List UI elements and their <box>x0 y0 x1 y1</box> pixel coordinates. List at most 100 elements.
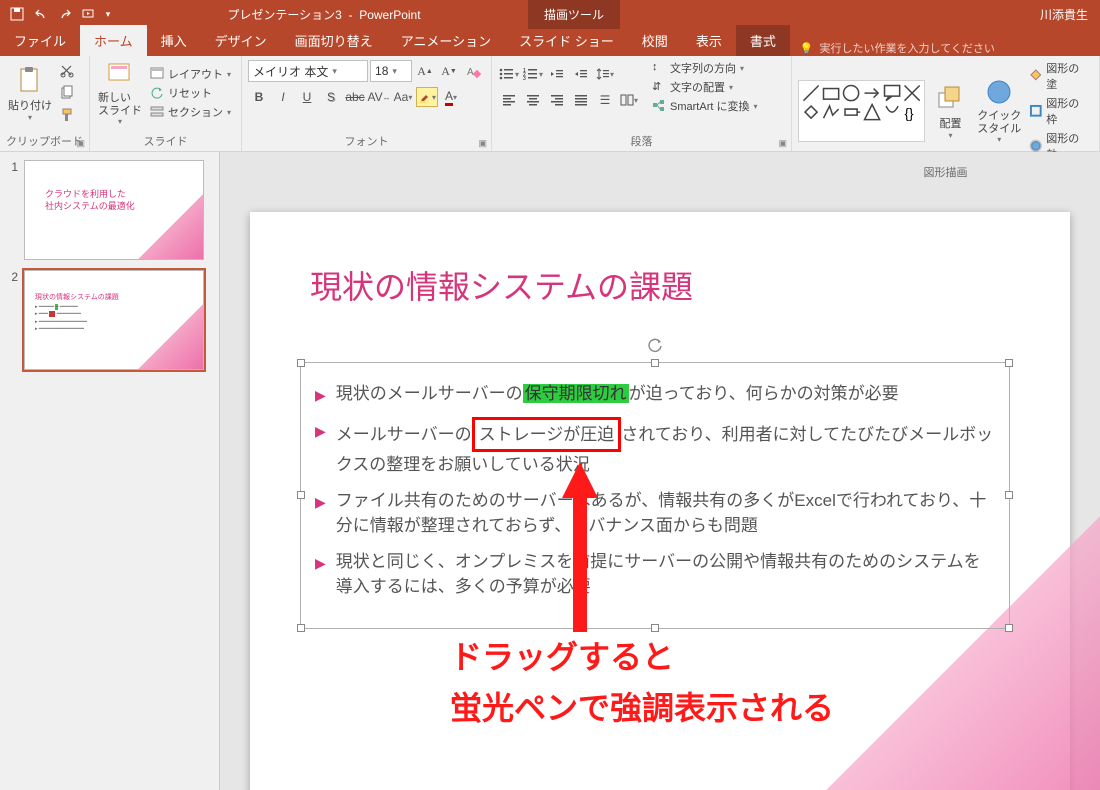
tab-home[interactable]: ホーム <box>80 25 147 56</box>
italic-icon[interactable]: I <box>272 87 294 107</box>
slide: 現状の情報システムの課題 ▶ 現状のメールサーバーの保守期限切れが迫っており、何… <box>250 212 1070 790</box>
bullet-marker-icon: ▶ <box>315 549 326 600</box>
justify-icon[interactable] <box>570 90 592 110</box>
change-case-icon[interactable]: Aa▾ <box>392 87 414 107</box>
bulb-icon: 💡 <box>800 42 814 55</box>
bullet-3[interactable]: ▶ ファイル共有のためのサーバーはあるが、情報共有の多くがExcelで行われてお… <box>315 488 995 539</box>
tab-slideshow[interactable]: スライド ショー <box>505 25 628 56</box>
increase-indent-icon[interactable] <box>570 64 592 84</box>
tell-me-box[interactable]: 💡 実行したい作業を入力してください <box>790 40 1005 56</box>
format-painter-icon[interactable] <box>56 105 78 125</box>
resize-handle[interactable] <box>297 491 305 499</box>
ribbon: 貼り付け ▾ クリップボード▣ 新しい スライド ▾ レイアウト▾ リセット セ… <box>0 56 1100 152</box>
bullet-1[interactable]: ▶ 現状のメールサーバーの保守期限切れが迫っており、何らかの対策が必要 <box>315 381 995 407</box>
bullet-4[interactable]: ▶ 現状と同じく、オンプレミスを前提にサーバーの公開や情報共有のためのシステムを… <box>315 549 995 600</box>
start-from-beginning-icon[interactable] <box>78 3 100 25</box>
annotation-arrow-icon <box>560 462 600 632</box>
reset-button[interactable]: リセット <box>146 85 235 101</box>
align-text-button[interactable]: ⇵文字の配置▾ <box>648 79 761 95</box>
group-label-slides: スライド <box>96 131 235 149</box>
dialog-launcher-icon[interactable]: ▣ <box>479 138 488 149</box>
line-spacing-icon[interactable]: ▾ <box>594 64 616 84</box>
highlight-icon[interactable]: ▾ <box>416 87 438 107</box>
decrease-font-icon[interactable]: A▼ <box>438 61 460 81</box>
paste-button[interactable]: 貼り付け ▾ <box>6 60 54 126</box>
tab-animations[interactable]: アニメーション <box>387 25 505 56</box>
group-label-drawing: 図形描画 <box>798 162 1093 180</box>
shape-fill-button[interactable]: 図形の塗 <box>1025 60 1093 92</box>
dialog-launcher-icon[interactable]: ▣ <box>779 138 788 149</box>
align-center-icon[interactable] <box>522 90 544 110</box>
clear-formatting-icon[interactable]: A <box>462 61 484 81</box>
group-clipboard: 貼り付け ▾ クリップボード▣ <box>0 56 90 151</box>
save-icon[interactable] <box>6 3 28 25</box>
svg-text:{}: {} <box>904 106 914 121</box>
resize-handle[interactable] <box>1005 491 1013 499</box>
new-slide-button[interactable]: 新しい スライド ▾ <box>96 60 144 126</box>
arrange-button[interactable]: 配置▾ <box>927 78 974 144</box>
resize-handle[interactable] <box>1005 359 1013 367</box>
group-font: メイリオ 本文▾ 18▾ A▲ A▼ A B I U S abc AV↔ Aa▾… <box>242 56 492 151</box>
rotate-handle-icon[interactable] <box>647 337 663 353</box>
document-name: プレゼンテーション3 <box>227 8 341 22</box>
font-color-icon[interactable]: A▾ <box>440 87 462 107</box>
font-size-combo[interactable]: 18▾ <box>370 60 412 82</box>
bullet-marker-icon: ▶ <box>315 488 326 539</box>
tab-review[interactable]: 校閲 <box>628 25 682 56</box>
tab-view[interactable]: 表示 <box>682 25 736 56</box>
highlighted-text-green: 保守期限切れ <box>523 384 629 403</box>
content-textbox[interactable]: ▶ 現状のメールサーバーの保守期限切れが迫っており、何らかの対策が必要 ▶ メー… <box>300 362 1010 629</box>
undo-icon[interactable] <box>30 3 52 25</box>
group-label-paragraph: 段落▣ <box>498 131 785 149</box>
group-label-clipboard: クリップボード▣ <box>6 131 83 149</box>
tab-design[interactable]: デザイン <box>201 25 281 56</box>
app-name: PowerPoint <box>359 8 420 22</box>
underline-icon[interactable]: U <box>296 87 318 107</box>
title-bar: ▾ プレゼンテーション3 - PowerPoint 描画ツール 川添貴生 <box>0 0 1100 28</box>
thumbnail-1[interactable]: 1 クラウドを利用した 社内システムの最適化 <box>4 160 215 260</box>
font-name-combo[interactable]: メイリオ 本文▾ <box>248 60 368 82</box>
strikethrough-icon[interactable]: abc <box>344 87 366 107</box>
bold-icon[interactable]: B <box>248 87 270 107</box>
svg-text:3: 3 <box>523 76 526 81</box>
numbering-icon[interactable]: 123▾ <box>522 64 544 84</box>
align-left-icon[interactable] <box>498 90 520 110</box>
bullets-icon[interactable]: ▾ <box>498 64 520 84</box>
columns-icon[interactable]: ▾ <box>618 90 640 110</box>
group-drawing: {} 配置▾ クイック スタイル▾ 図形の塗 図形の枠 図形の効 図形描画 <box>792 56 1100 151</box>
redo-icon[interactable] <box>54 3 76 25</box>
dialog-launcher-icon[interactable]: ▣ <box>76 138 85 149</box>
shadow-icon[interactable]: S <box>320 87 342 107</box>
resize-handle[interactable] <box>651 624 659 632</box>
tab-transitions[interactable]: 画面切り替え <box>281 25 387 56</box>
bullet-2[interactable]: ▶ メールサーバーのストレージが圧迫されており、利用者に対してたびたびメールボッ… <box>315 417 995 478</box>
copy-icon[interactable] <box>56 83 78 103</box>
shape-outline-button[interactable]: 図形の枠 <box>1025 95 1093 127</box>
slide-canvas-area[interactable]: 現状の情報システムの課題 ▶ 現状のメールサーバーの保守期限切れが迫っており、何… <box>220 152 1100 790</box>
character-spacing-icon[interactable]: AV↔ <box>368 87 390 107</box>
resize-handle[interactable] <box>297 624 305 632</box>
resize-handle[interactable] <box>651 359 659 367</box>
increase-font-icon[interactable]: A▲ <box>414 61 436 81</box>
convert-smartart-button[interactable]: SmartArt に変換▾ <box>648 98 761 114</box>
align-right-icon[interactable] <box>546 90 568 110</box>
text-direction-button[interactable]: ↕文字列の方向▾ <box>648 60 761 76</box>
user-name: 川添貴生 <box>1028 6 1100 23</box>
group-paragraph: ▾ 123▾ ▾ ☰ ▾ ↕文字列の方向▾ ⇵文字の配置▾ <box>492 56 792 151</box>
decrease-indent-icon[interactable] <box>546 64 568 84</box>
shape-gallery[interactable]: {} <box>798 80 925 142</box>
quick-styles-button[interactable]: クイック スタイル▾ <box>976 78 1023 144</box>
distribute-icon[interactable]: ☰ <box>594 90 616 110</box>
resize-handle[interactable] <box>297 359 305 367</box>
tab-insert[interactable]: 挿入 <box>147 25 201 56</box>
section-button[interactable]: セクション▾ <box>146 104 235 120</box>
resize-handle[interactable] <box>1005 624 1013 632</box>
cut-icon[interactable] <box>56 61 78 81</box>
slide-title[interactable]: 現状の情報システムの課題 <box>310 262 693 308</box>
qat-dropdown-icon[interactable]: ▾ <box>102 3 114 25</box>
tab-format[interactable]: 書式 <box>736 25 790 56</box>
bullet-marker-icon: ▶ <box>315 417 326 478</box>
layout-button[interactable]: レイアウト▾ <box>146 66 235 82</box>
thumbnail-2[interactable]: 2 現状の情報システムの課題 ▸ ━━━━━ ━ ━━━━━━ ▸ ━━━ ━━… <box>4 270 215 370</box>
tab-file[interactable]: ファイル <box>0 25 80 56</box>
